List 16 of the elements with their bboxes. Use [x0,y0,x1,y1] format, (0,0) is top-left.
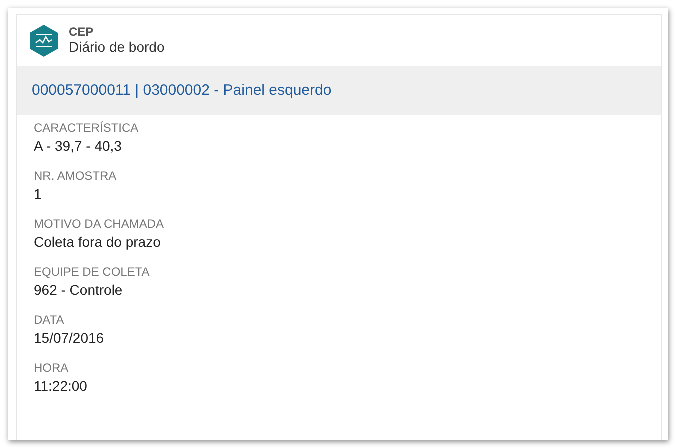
chart-line-icon [29,24,59,56]
app-name: CEP [69,25,95,39]
field-label: MOTIVO DA CHAMADA [34,217,166,231]
field-label: EQUIPE DE COLETA [34,265,151,279]
field-value: A - 39,7 - 40,3 [34,138,123,155]
field-value: 1 [34,186,43,203]
field-label: DATA [34,313,66,327]
field-label: CARACTERÍSTICA [34,121,140,135]
field-value: Coleta fora do prazo [34,234,162,251]
record-title: 000057000011 | 03000002 - Painel esquerdo [32,82,332,99]
field-value: 11:22:00 [34,378,88,395]
app-subtitle: Diário de bordo [69,39,165,56]
field-value: 962 - Controle [34,282,124,299]
field-label: NR. AMOSTRA [34,169,118,183]
field-value: 15/07/2016 [34,330,106,347]
field-label: HORA [34,361,70,375]
